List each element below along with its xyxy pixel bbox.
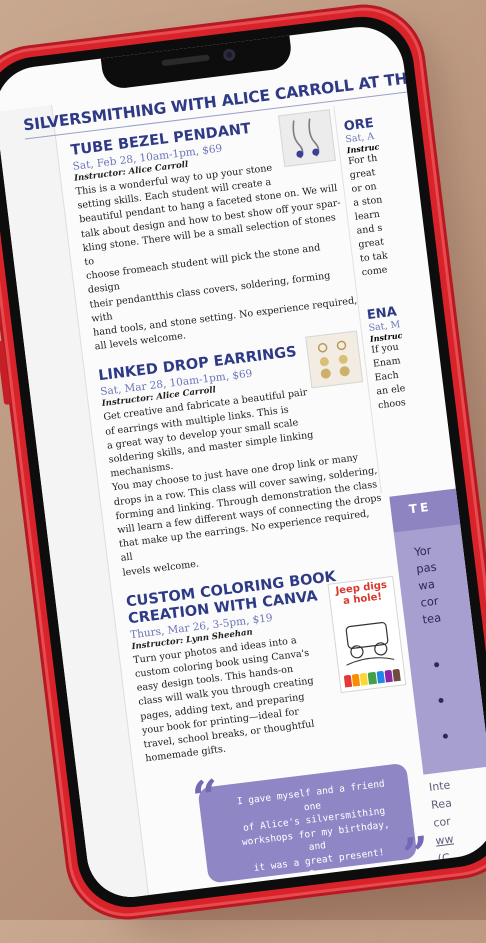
phone-screen: SILVERSMITHING WITH ALICE CARROLL AT THE <box>0 22 486 902</box>
bullet-dot <box>442 733 449 739</box>
close-quote-icon: ” <box>399 825 433 883</box>
earrings-photo <box>305 330 364 389</box>
class-tube-bezel-pendant: TUBE BEZEL PENDANT Sat, Feb 28, 10am-1pm… <box>70 109 360 355</box>
pendant-photo <box>278 109 336 168</box>
speaker-grille <box>160 54 210 67</box>
volume-down-button <box>0 340 12 405</box>
bullet-dot <box>438 697 444 704</box>
info-box-heading: TE <box>389 485 484 533</box>
info-box-text: Yor pas wa cor tea <box>413 543 442 627</box>
class-custom-coloring-book: Jeep digs a hole! CUSTOM COLORING BOOK C… <box>125 562 410 767</box>
bullet-dot <box>433 661 440 668</box>
smartphone: SILVERSMITHING WITH ALICE CARROLL AT THE <box>0 0 486 927</box>
brochure-page: SILVERSMITHING WITH ALICE CARROLL AT THE <box>0 22 486 902</box>
class-linked-drop-earrings: LINKED DROP EARRINGS Sat, Mar 28, 10am-1… <box>98 330 388 580</box>
testimonial-quote: I gave myself and a friend one of Alice'… <box>197 762 418 902</box>
phone-bezel: SILVERSMITHING WITH ALICE CARROLL AT THE <box>0 10 486 914</box>
class-description: This is a wonderful way to up your stone… <box>75 162 358 353</box>
class-description: Turn your photos and ideas into a custom… <box>132 635 316 765</box>
coloring-book-image: Jeep digs a hole! <box>327 575 407 693</box>
front-camera-icon <box>222 48 236 62</box>
class-description: Get creative and fabricate a beautiful p… <box>102 387 383 579</box>
volume-up-button <box>0 261 2 326</box>
footer-text: Inte Rea cor ww (C <box>428 778 455 866</box>
open-quote-icon: “ <box>189 768 223 826</box>
